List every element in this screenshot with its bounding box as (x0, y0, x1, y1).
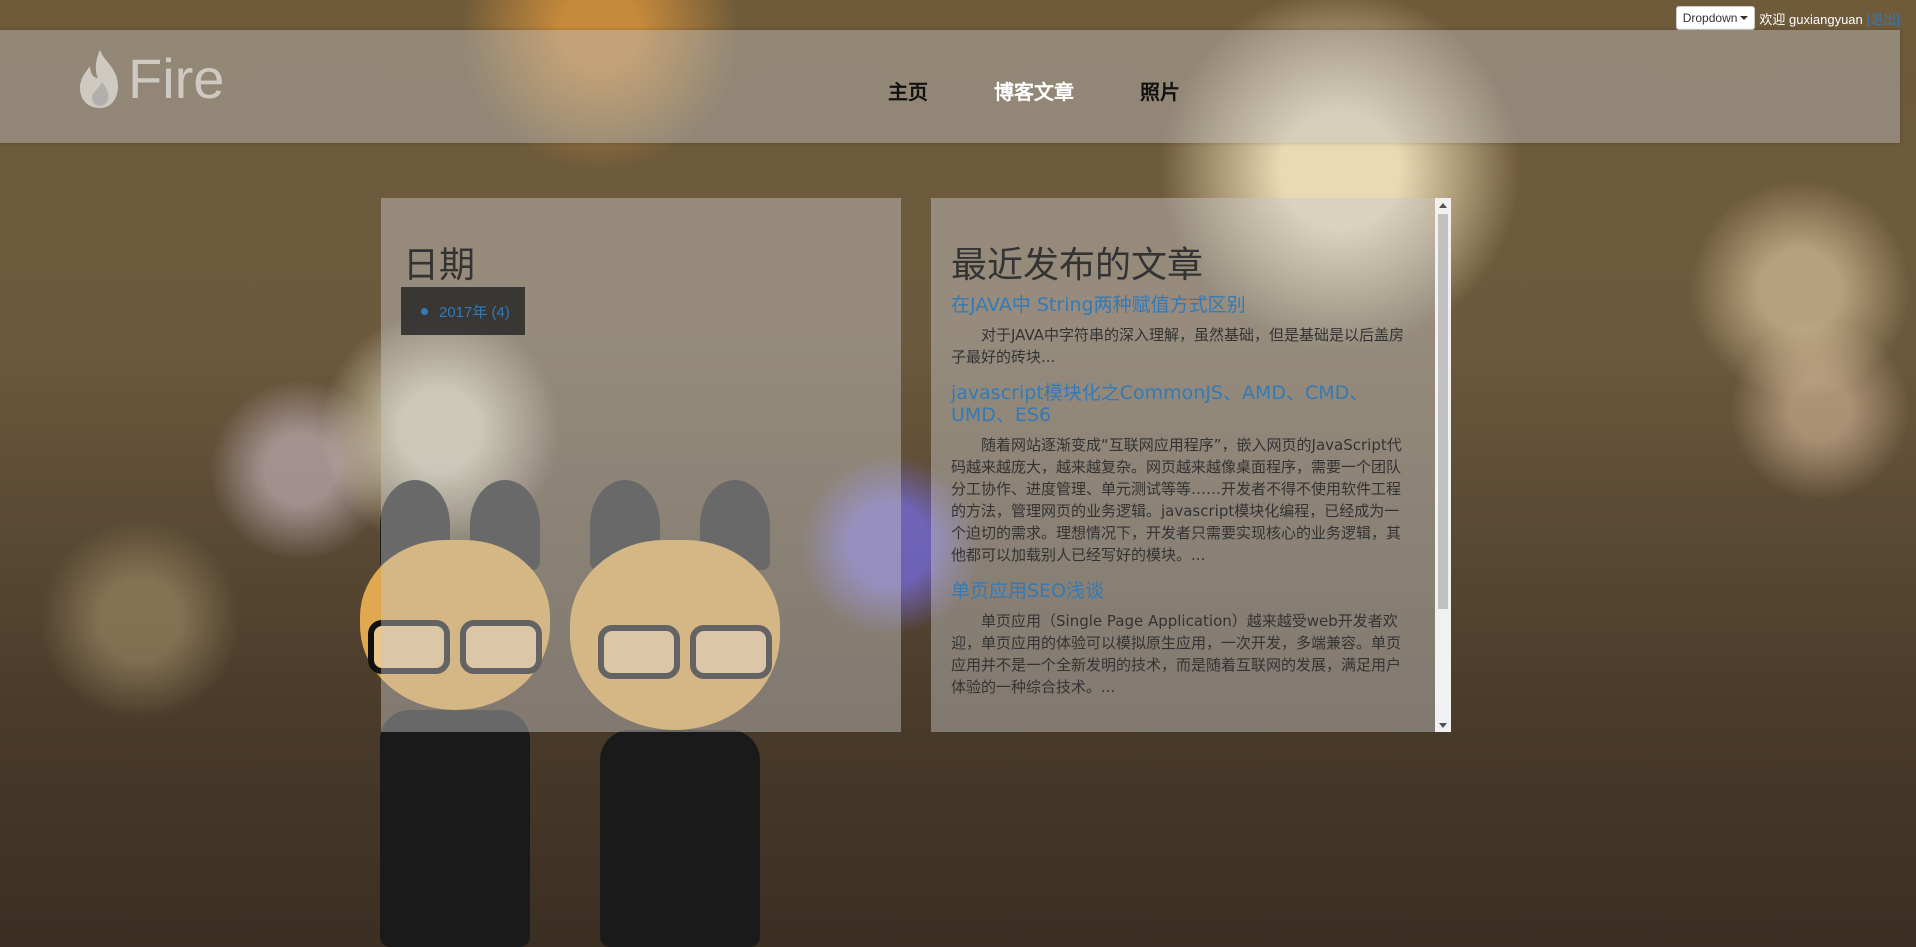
article-item: 在JAVA中 String两种赋值方式区别 对于JAVA中字符串的深入理解，虽然… (951, 294, 1409, 368)
logo-text: Fire (128, 47, 225, 110)
article-title-link[interactable]: 单页应用SEO浅谈 (951, 580, 1409, 602)
scroll-down-arrow-icon[interactable] (1435, 718, 1451, 732)
articles-scrollbar[interactable] (1435, 198, 1451, 732)
flame-icon (80, 50, 118, 108)
logo[interactable]: Fire (74, 48, 224, 110)
recent-articles-title: 最近发布的文章 (951, 245, 1204, 286)
navbar: Fire 主页 博客文章 照片 (0, 30, 1900, 143)
date-list-item: 2017年 (4) (401, 287, 525, 335)
article-title-link[interactable]: 在JAVA中 String两种赋值方式区别 (951, 294, 1409, 316)
nav-item-blog[interactable]: 博客文章 (994, 76, 1074, 105)
scroll-up-arrow-icon[interactable] (1435, 198, 1451, 212)
dates-panel-title: 日期 (403, 245, 476, 286)
main-nav: 主页 博客文章 照片 (888, 76, 1246, 105)
welcome-text: 欢迎 guxiangyuan (1759, 11, 1863, 27)
dropdown-button[interactable]: Dropdown (1675, 6, 1756, 30)
article-item: 单页应用SEO浅谈 单页应用（Single Page Application）越… (951, 580, 1409, 698)
user-bar: Dropdown 欢迎 guxiangyuan [退出] (1675, 6, 1900, 30)
nav-item-photos[interactable]: 照片 (1140, 76, 1180, 105)
dropdown-label: Dropdown (1682, 11, 1738, 25)
article-summary: 单页应用（Single Page Application）越来越受web开发者欢… (951, 612, 1402, 696)
article-list: 在JAVA中 String两种赋值方式区别 对于JAVA中字符串的深入理解，虽然… (951, 294, 1409, 712)
scroll-thumb[interactable] (1438, 214, 1448, 609)
dates-panel: 日期 2017年 (4) (381, 198, 901, 732)
article-summary: 随着网站逐渐变成“互联网应用程序”，嵌入网页的JavaScript代码越来越庞大… (951, 436, 1402, 564)
logout-link[interactable]: [退出] (1867, 9, 1900, 28)
article-summary: 对于JAVA中字符串的深入理解，虽然基础，但是基础是以后盖房子最好的砖块... (951, 326, 1405, 366)
article-item: javascript模块化之CommonJS、AMD、CMD、UMD、ES6 随… (951, 382, 1409, 566)
nav-item-home[interactable]: 主页 (888, 76, 928, 105)
article-title-link[interactable]: javascript模块化之CommonJS、AMD、CMD、UMD、ES6 (951, 382, 1409, 426)
caret-down-icon (1740, 16, 1749, 20)
bullet-icon (421, 307, 428, 315)
date-link-2017[interactable]: 2017年 (4) (439, 301, 510, 322)
recent-articles-panel: 最近发布的文章 在JAVA中 String两种赋值方式区别 对于JAVA中字符串… (931, 198, 1451, 732)
